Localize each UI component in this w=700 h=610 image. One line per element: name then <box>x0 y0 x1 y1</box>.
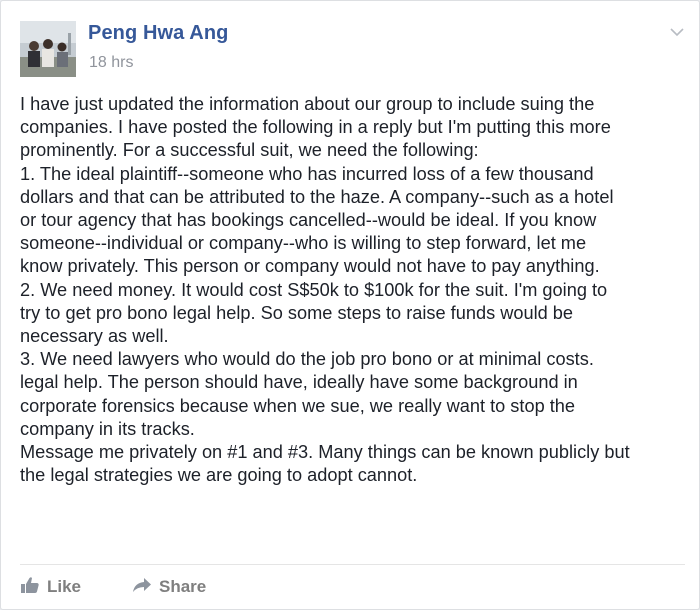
like-button[interactable]: Like <box>20 575 81 599</box>
profile-photo <box>20 21 76 77</box>
post-line: corporate forensics because when we sue,… <box>20 395 576 416</box>
post-line: or tour agency that has bookings cancell… <box>20 210 597 231</box>
post-line: legal help. The person should have, idea… <box>20 372 578 393</box>
like-label: Like <box>47 577 82 596</box>
post-line: 1. The ideal plaintiff--someone who has … <box>20 163 594 184</box>
post-line: know privately. This person or company w… <box>20 256 600 277</box>
actions-divider <box>20 564 685 565</box>
post-line: dollars and that can be attributed to th… <box>20 186 614 207</box>
post-line: company in its tracks. <box>20 418 195 439</box>
share-arrow-icon <box>132 576 152 599</box>
post-line: try to get pro bono legal help. So some … <box>20 302 574 323</box>
post-line: companies. I have posted the following i… <box>20 117 611 138</box>
post-line: someone--individual or company--who is w… <box>20 233 587 254</box>
post-body: I have just updated the information abou… <box>20 93 695 487</box>
post-card: Peng Hwa Ang 18 hrs I have just updated … <box>0 0 700 610</box>
chevron-down-icon[interactable] <box>669 25 685 37</box>
author-name[interactable]: Peng Hwa Ang <box>88 22 228 45</box>
avatar[interactable] <box>20 21 76 77</box>
post-line: 2. We need money. It would cost S$50k to… <box>20 279 608 300</box>
post-line: necessary as well. <box>20 326 169 347</box>
share-label: Share <box>159 577 207 596</box>
thumbs-up-icon <box>20 576 40 599</box>
post-line: the legal strategies we are going to ado… <box>20 465 418 486</box>
post-line: Message me privately on #1 and #3. Many … <box>20 442 630 463</box>
post-line: 3. We need lawyers who would do the job … <box>20 349 594 370</box>
post-timestamp[interactable]: 18 hrs <box>89 54 133 72</box>
post-line: I have just updated the information abou… <box>20 94 595 114</box>
share-button[interactable]: Share <box>132 575 206 599</box>
post-line: prominently. For a successful suit, we n… <box>20 140 479 161</box>
